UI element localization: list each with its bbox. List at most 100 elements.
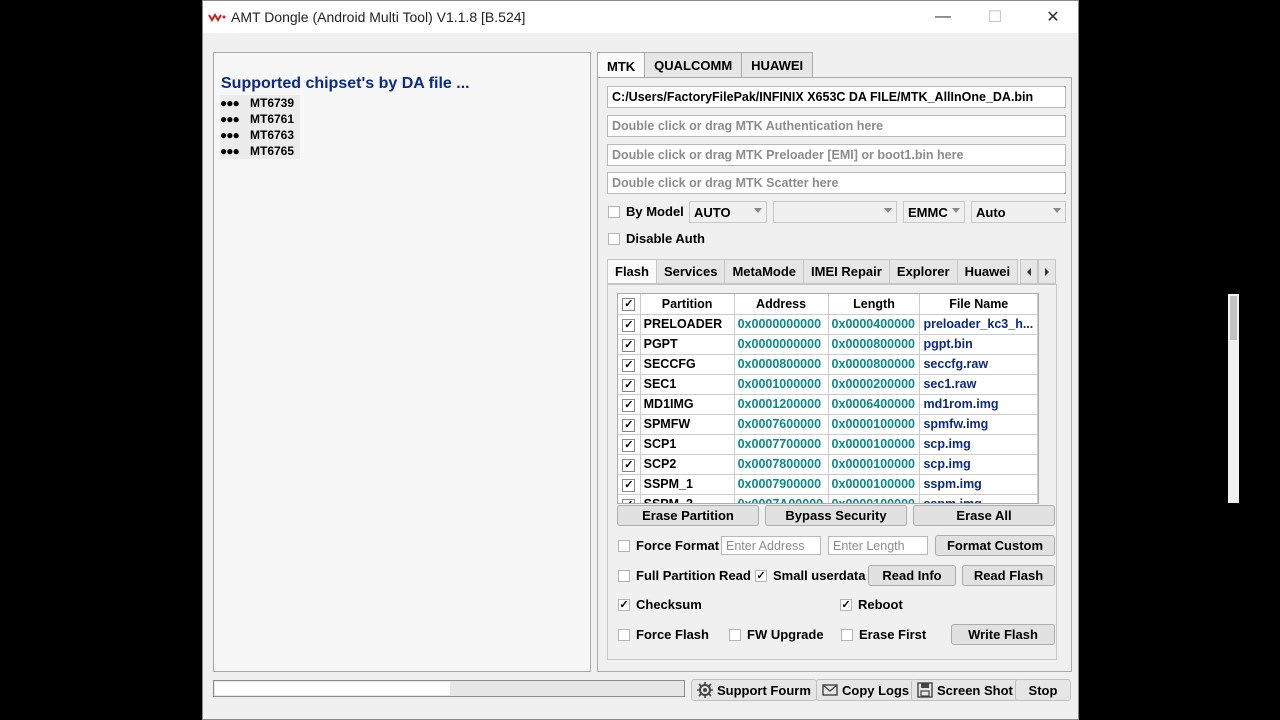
table-row[interactable]: ✓ SSPM_20x0007A000000x0000100000sspm.img — [618, 494, 1038, 503]
stop-button[interactable]: Stop — [1015, 679, 1071, 701]
row-checkbox[interactable]: ✓ — [622, 378, 636, 392]
reboot-label: Reboot — [858, 597, 903, 612]
mode-select-value: Auto — [976, 204, 1006, 220]
col-partition[interactable]: Partition — [640, 294, 735, 315]
row-checkbox[interactable]: ✓ — [622, 498, 636, 503]
row-checkbox[interactable]: ✓ — [622, 318, 636, 332]
small-userdata-checkbox[interactable]: ✓ — [755, 570, 767, 582]
force-format-label: Force Format — [636, 538, 720, 553]
scrollbar-thumb[interactable] — [1230, 296, 1237, 340]
row-checkbox[interactable]: ✓ — [622, 438, 636, 452]
select-all-checkbox[interactable]: ✓ — [622, 298, 636, 312]
erase-first-checkbox[interactable] — [841, 629, 853, 641]
row-checkbox[interactable]: ✓ — [622, 458, 636, 472]
full-partition-read-checkbox[interactable] — [618, 570, 630, 582]
fw-upgrade-checkbox[interactable] — [729, 629, 741, 641]
by-model-checkbox[interactable] — [608, 206, 620, 218]
file-cell[interactable]: scp.img — [919, 434, 1038, 455]
model-select[interactable]: AUTO — [689, 201, 767, 223]
model-sub-select[interactable] — [773, 201, 897, 223]
row-checkbox[interactable]: ✓ — [622, 398, 636, 412]
tab-qualcomm[interactable]: QUALCOMM — [644, 52, 743, 78]
write-flash-button[interactable]: Write Flash — [951, 624, 1055, 645]
read-flash-button[interactable]: Read Flash — [962, 565, 1055, 586]
table-row[interactable]: ✓ SEC1 0x0001000000 0x0000200000 sec1.raw — [618, 374, 1038, 395]
file-cell[interactable]: sspm.img — [919, 494, 1038, 503]
storage-select[interactable]: EMMC — [903, 201, 965, 223]
row-checkbox-cell[interactable]: ✓ — [618, 454, 641, 475]
row-checkbox-cell[interactable]: ✓ — [618, 474, 641, 495]
support-fourm-button[interactable]: Support Fourm — [691, 679, 817, 701]
col-address[interactable]: Address — [734, 294, 829, 315]
close-icon[interactable]: ✕ — [1030, 1, 1076, 33]
checksum-checkbox[interactable]: ✓ — [618, 599, 630, 611]
table-row[interactable]: ✓ SSPM_1 0x0007900000 0x0000100000 sspm.img — [618, 474, 1038, 495]
tab-flash[interactable]: Flash — [607, 259, 657, 284]
file-cell[interactable]: sec1.raw — [919, 374, 1038, 395]
tab-services[interactable]: Services — [655, 259, 726, 284]
erase-all-button[interactable]: Erase All — [913, 505, 1055, 526]
tab-metamode[interactable]: MetaMode — [724, 259, 805, 284]
row-checkbox-cell[interactable]: ✓ — [618, 354, 641, 375]
table-row[interactable]: ✓ PGPT 0x0000000000 0x0000800000 pgpt.bin — [618, 334, 1038, 355]
screen-shot-button[interactable]: Screen Shot — [911, 679, 1019, 701]
tab-imei-repair[interactable]: IMEI Repair — [803, 259, 890, 284]
erase-partition-button[interactable]: Erase Partition — [617, 505, 759, 526]
da-file-field[interactable]: C:/Users/FactoryFilePak/INFINIX X653C DA… — [607, 86, 1066, 108]
table-row[interactable]: ✓ MD1IMG 0x0001200000 0x0006400000 md1rom.im… — [618, 394, 1038, 415]
row-checkbox[interactable]: ✓ — [622, 338, 636, 352]
force-format-checkbox[interactable] — [618, 540, 630, 552]
tab-scroll-left[interactable] — [1020, 259, 1038, 284]
copy-logs-button[interactable]: Copy Logs — [816, 679, 916, 701]
file-cell[interactable]: pgpt.bin — [919, 334, 1038, 355]
table-row[interactable]: ✓ SECCFG 0x0000800000 0x0000800000 seccfg.ra… — [618, 354, 1038, 375]
disable-auth-checkbox[interactable] — [608, 233, 620, 245]
file-cell[interactable]: md1rom.img — [919, 394, 1038, 415]
address-cell: 0x0007700000 — [734, 434, 829, 455]
row-checkbox-cell[interactable]: ✓ — [618, 414, 641, 435]
reboot-checkbox[interactable]: ✓ — [840, 599, 852, 611]
file-cell[interactable]: spmfw.img — [919, 414, 1038, 435]
row-checkbox-cell[interactable]: ✓ — [618, 334, 641, 355]
row-checkbox[interactable]: ✓ — [622, 358, 636, 372]
tab-explorer[interactable]: Explorer — [888, 259, 958, 284]
row-checkbox-cell[interactable]: ✓ — [618, 434, 641, 455]
format-custom-button[interactable]: Format Custom — [935, 535, 1055, 556]
scatter-file-field[interactable]: Double click or drag MTK Scatter here — [607, 172, 1066, 194]
row-checkbox-cell[interactable]: ✓ — [618, 374, 641, 395]
select-all-header[interactable]: ✓ — [618, 294, 641, 315]
tab-huawei[interactable]: HUAWEI — [741, 52, 814, 78]
file-cell[interactable]: scp.img — [919, 454, 1038, 475]
length-input[interactable]: Enter Length — [828, 536, 928, 555]
row-checkbox-cell[interactable]: ✓ — [618, 394, 641, 415]
tab-huawei-functions[interactable]: Huawei — [956, 259, 1019, 284]
table-row[interactable]: ✓ PRELOADER 0x0000000000 0x0000400000 preloa… — [618, 314, 1038, 335]
file-cell[interactable]: seccfg.raw — [919, 354, 1038, 375]
address-input[interactable]: Enter Address — [721, 536, 821, 555]
table-row[interactable]: ✓ SCP1 0x0007700000 0x0000100000 scp.img — [618, 434, 1038, 455]
minimize-icon[interactable]: — — [920, 1, 966, 33]
col-file-name[interactable]: File Name — [919, 294, 1038, 315]
row-checkbox-cell[interactable]: ✓ — [618, 314, 641, 335]
row-checkbox[interactable]: ✓ — [622, 478, 636, 492]
chipset-name: MT6765 — [250, 144, 295, 158]
file-cell[interactable]: preloader_kc3_h... — [919, 314, 1038, 335]
read-info-button[interactable]: Read Info — [868, 565, 956, 586]
auth-file-field[interactable]: Double click or drag MTK Authentication … — [607, 115, 1066, 137]
bypass-security-button[interactable]: Bypass Security — [765, 505, 907, 526]
table-row[interactable]: ✓ SCP2 0x0007800000 0x0000100000 scp.img — [618, 454, 1038, 475]
file-cell[interactable]: sspm.img — [919, 474, 1038, 495]
disable-auth-label: Disable Auth — [626, 231, 705, 246]
row-checkbox[interactable]: ✓ — [622, 418, 636, 432]
table-scrollbar[interactable] — [1228, 294, 1239, 503]
row-checkbox-cell[interactable]: ✓ — [618, 494, 641, 503]
col-length[interactable]: Length — [828, 294, 921, 315]
preloader-file-field[interactable]: Double click or drag MTK Preloader [EMI]… — [607, 144, 1066, 166]
force-flash-checkbox[interactable] — [618, 629, 630, 641]
tab-mtk[interactable]: MTK — [597, 52, 646, 79]
maximize-icon[interactable]: ☐ — [972, 1, 1018, 33]
length-cell: 0x0000800000 — [828, 334, 921, 355]
table-row[interactable]: ✓ SPMFW 0x0007600000 0x0000100000 spmfw.img — [618, 414, 1038, 435]
mode-select[interactable]: Auto — [971, 201, 1066, 223]
tab-scroll-right[interactable] — [1038, 259, 1056, 284]
